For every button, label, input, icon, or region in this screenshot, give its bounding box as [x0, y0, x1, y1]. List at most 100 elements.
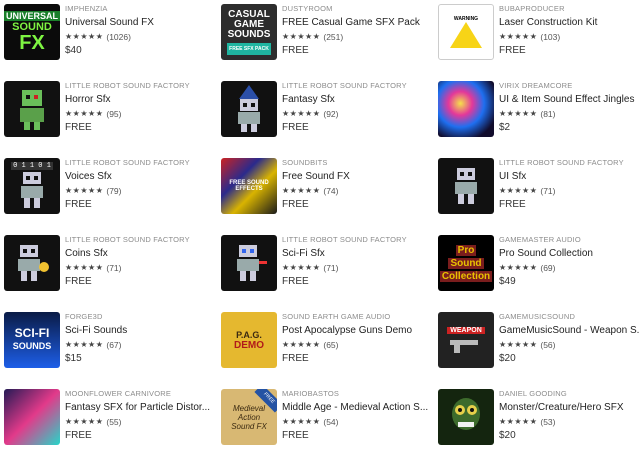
publisher-link[interactable]: MOONFLOWER CARNIVORE: [65, 389, 215, 399]
rating-count: (81): [540, 109, 556, 119]
asset-card[interactable]: Pro Sound Collection GAMEMASTER AUDIO Pr…: [434, 235, 640, 305]
scifi-robot-icon[interactable]: [221, 235, 277, 291]
rating-count: (92): [323, 109, 339, 119]
pro-sound-collection-icon[interactable]: Pro Sound Collection: [438, 235, 494, 291]
monster-icon[interactable]: [438, 389, 494, 445]
universal-sound-fx-icon[interactable]: UNIVERSAL SOUND FX: [4, 4, 60, 60]
asset-title[interactable]: Coins Sfx: [65, 247, 215, 260]
pag-demo-icon[interactable]: P.A.G. DEMO: [221, 312, 277, 368]
asset-title[interactable]: Sci-Fi Sfx: [282, 247, 432, 260]
price: $15: [65, 353, 82, 364]
rating-count: (53): [540, 417, 556, 427]
asset-card[interactable]: LITTLE ROBOT SOUND FACTORY Coins Sfx ★★★…: [0, 235, 210, 305]
publisher-link[interactable]: LITTLE ROBOT SOUND FACTORY: [65, 235, 215, 245]
gems-icon[interactable]: [438, 81, 494, 137]
rating-stars: ★★★★★: [282, 109, 321, 118]
asset-title[interactable]: Post Apocalypse Guns Demo: [282, 324, 432, 337]
ui-robot-icon[interactable]: [438, 158, 494, 214]
asset-title[interactable]: GameMusicSound - Weapon S...: [499, 324, 640, 337]
price: FREE: [282, 353, 309, 364]
asset-card[interactable]: DANIEL GOODING Monster/Creature/Hero SFX…: [434, 389, 640, 459]
publisher-link[interactable]: SOUNDBITS: [282, 158, 432, 168]
asset-card[interactable]: MOONFLOWER CARNIVORE Fantasy SFX for Par…: [0, 389, 210, 459]
asset-title[interactable]: Fantasy Sfx: [282, 93, 432, 106]
rating-stars: ★★★★★: [499, 109, 538, 118]
publisher-link[interactable]: GAMEMUSICSOUND: [499, 312, 640, 322]
rating-count: (56): [540, 340, 556, 350]
rating-count: (67): [106, 340, 122, 350]
asset-card[interactable]: CASUAL GAME SOUNDS FREE SFX PACK DUSTYRO…: [217, 4, 427, 74]
asset-card[interactable]: LITTLE ROBOT SOUND FACTORY UI Sfx ★★★★★(…: [434, 158, 640, 228]
publisher-link[interactable]: GAMEMASTER AUDIO: [499, 235, 640, 245]
asset-card[interactable]: FREE Medieval Action Sound FX MARIOBASTO…: [217, 389, 428, 459]
publisher-link[interactable]: FORGE3D: [65, 312, 215, 322]
price: FREE: [65, 199, 92, 210]
rating-count: (103): [540, 32, 561, 42]
asset-card[interactable]: LITTLE ROBOT SOUND FACTORY Fantasy Sfx ★…: [217, 81, 427, 151]
laser-warning-icon[interactable]: WARNING: [438, 4, 494, 60]
publisher-link[interactable]: LITTLE ROBOT SOUND FACTORY: [65, 81, 215, 91]
rating-count: (55): [106, 417, 122, 427]
asset-title[interactable]: UI Sfx: [499, 170, 640, 183]
price: FREE: [282, 199, 309, 210]
asset-title[interactable]: Fantasy SFX for Particle Distor...: [65, 401, 215, 414]
price: $20: [499, 353, 516, 364]
rating-stars: ★★★★★: [65, 340, 104, 349]
price: FREE: [499, 45, 526, 56]
wizard-robot-icon[interactable]: [221, 81, 277, 137]
scifi-sounds-icon[interactable]: SCI-FI SOUNDS: [4, 312, 60, 368]
asset-title[interactable]: Laser Construction Kit: [499, 16, 640, 29]
rating-stars: ★★★★★: [65, 109, 104, 118]
price: $20: [499, 430, 516, 441]
publisher-link[interactable]: LITTLE ROBOT SOUND FACTORY: [65, 158, 215, 168]
coin-robot-icon[interactable]: [4, 235, 60, 291]
publisher-link[interactable]: MARIOBASTOS: [282, 389, 432, 399]
free-sound-effects-icon[interactable]: FREE SOUND EFFECTS: [221, 158, 277, 214]
asset-card[interactable]: P.A.G. DEMO SOUND EARTH GAME AUDIO Post …: [217, 312, 427, 382]
asset-title[interactable]: Monster/Creature/Hero SFX: [499, 401, 640, 414]
publisher-link[interactable]: VIRIX DREAMCORE: [499, 81, 640, 91]
asset-title[interactable]: Free Sound FX: [282, 170, 432, 183]
publisher-link[interactable]: IMPHENZIA: [65, 4, 215, 14]
asset-card[interactable]: UNIVERSAL SOUND FX IMPHENZIA Universal S…: [0, 4, 210, 74]
publisher-link[interactable]: DUSTYROOM: [282, 4, 432, 14]
publisher-link[interactable]: BUBAPRODUCER: [499, 4, 640, 14]
asset-title[interactable]: Universal Sound FX: [65, 16, 215, 29]
voice-robot-icon[interactable]: 0 1 1 0 1: [4, 158, 60, 214]
medieval-action-icon[interactable]: FREE Medieval Action Sound FX: [221, 389, 277, 445]
publisher-link[interactable]: DANIEL GOODING: [499, 389, 640, 399]
asset-title[interactable]: UI & Item Sound Effect Jingles: [499, 93, 640, 106]
rating-count: (1026): [106, 32, 131, 42]
rating-stars: ★★★★★: [282, 186, 321, 195]
asset-card[interactable]: LITTLE ROBOT SOUND FACTORY Horror Sfx ★★…: [0, 81, 210, 151]
publisher-link[interactable]: SOUND EARTH GAME AUDIO: [282, 312, 432, 322]
price: $2: [499, 122, 511, 133]
particle-fx-icon[interactable]: [4, 389, 60, 445]
asset-title[interactable]: Middle Age - Medieval Action S...: [282, 401, 432, 414]
asset-title[interactable]: Pro Sound Collection: [499, 247, 640, 260]
asset-card[interactable]: SCI-FI SOUNDS FORGE3D Sci-Fi Sounds ★★★★…: [0, 312, 210, 382]
weapon-icon[interactable]: WEAPON: [438, 312, 494, 368]
price: FREE: [499, 199, 526, 210]
asset-title[interactable]: Horror Sfx: [65, 93, 215, 106]
asset-card[interactable]: VIRIX DREAMCORE UI & Item Sound Effect J…: [434, 81, 640, 151]
publisher-link[interactable]: LITTLE ROBOT SOUND FACTORY: [282, 235, 432, 245]
asset-grid: UNIVERSAL SOUND FX IMPHENZIA Universal S…: [0, 0, 640, 450]
asset-card[interactable]: LITTLE ROBOT SOUND FACTORY Sci-Fi Sfx ★★…: [217, 235, 427, 305]
asset-title[interactable]: FREE Casual Game SFX Pack: [282, 16, 432, 29]
zombie-robot-icon[interactable]: [4, 81, 60, 137]
casual-game-sounds-icon[interactable]: CASUAL GAME SOUNDS FREE SFX PACK: [221, 4, 277, 60]
asset-card[interactable]: WARNING BUBAPRODUCER Laser Construction …: [434, 4, 640, 74]
publisher-link[interactable]: LITTLE ROBOT SOUND FACTORY: [499, 158, 640, 168]
asset-title[interactable]: Sci-Fi Sounds: [65, 324, 215, 337]
rating-stars: ★★★★★: [65, 263, 104, 272]
rating-stars: ★★★★★: [499, 263, 538, 272]
asset-card[interactable]: WEAPON GAMEMUSICSOUND GameMusicSound - W…: [434, 312, 640, 382]
asset-card[interactable]: FREE SOUND EFFECTS SOUNDBITS Free Sound …: [217, 158, 427, 228]
publisher-link[interactable]: LITTLE ROBOT SOUND FACTORY: [282, 81, 432, 91]
rating-stars: ★★★★★: [282, 417, 321, 426]
rating-count: (71): [106, 263, 122, 273]
rating-count: (65): [323, 340, 339, 350]
asset-card[interactable]: 0 1 1 0 1 LITTLE ROBOT SOUND FACTORY Voi…: [0, 158, 210, 228]
asset-title[interactable]: Voices Sfx: [65, 170, 215, 183]
